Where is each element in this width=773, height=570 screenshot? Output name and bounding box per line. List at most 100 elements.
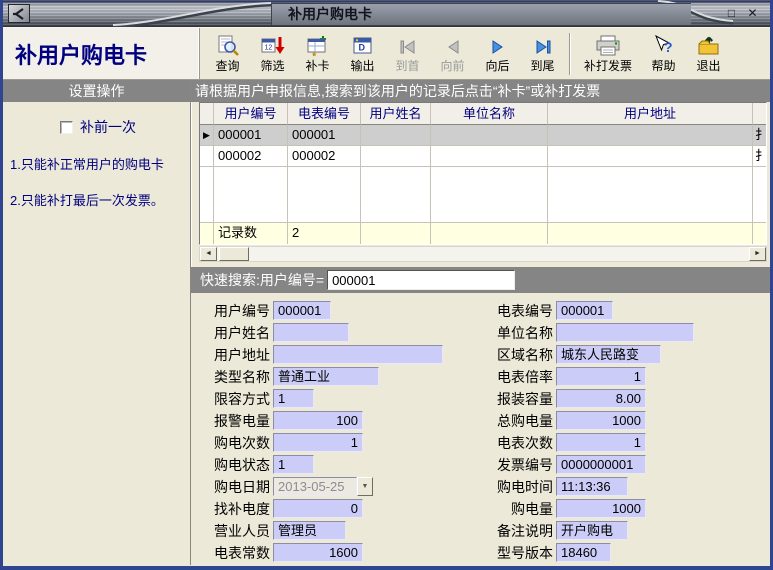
column-header[interactable]: 单位名称 bbox=[431, 103, 548, 125]
purchase-count-field[interactable]: 1 bbox=[273, 433, 363, 452]
user-name-field[interactable] bbox=[273, 323, 349, 342]
purchase-status-field[interactable]: 1 bbox=[273, 455, 314, 474]
meter-id-label: 电表编号 bbox=[481, 301, 553, 321]
scroll-left-icon[interactable]: ◄ bbox=[200, 247, 217, 261]
alarm-energy-label: 报警电量 bbox=[198, 411, 270, 431]
total-energy-row: 总购电量1000 bbox=[481, 411, 694, 430]
total-energy-label: 总购电量 bbox=[481, 411, 553, 431]
table-row[interactable]: ▶000001000001扌 bbox=[200, 125, 766, 146]
toolbar-button-label: 输出 bbox=[350, 57, 374, 74]
unit-name-field[interactable] bbox=[556, 323, 694, 342]
table-cell bbox=[548, 125, 753, 146]
table-body: ▶000001000001扌000002000002扌记录数2 bbox=[200, 125, 766, 244]
purchase-energy-field[interactable]: 1000 bbox=[556, 499, 646, 518]
meter-constant-field[interactable]: 1600 bbox=[273, 543, 363, 562]
alarm-energy-row: 报警电量100 bbox=[198, 411, 481, 430]
toolbar-button-label: 向前 bbox=[440, 57, 464, 74]
installed-capacity-field[interactable]: 8.00 bbox=[556, 389, 646, 408]
column-header[interactable]: 电表编号 bbox=[288, 103, 361, 125]
record-count-label: 记录数 bbox=[214, 223, 288, 244]
next-icon bbox=[486, 34, 510, 57]
exit-button[interactable]: 退出 bbox=[686, 30, 731, 78]
help-icon: ? bbox=[652, 34, 676, 57]
invoice-no-field[interactable]: 0000000001 bbox=[556, 455, 646, 474]
maximize-button[interactable]: □ bbox=[723, 5, 740, 21]
purchase-date-row: 购电日期2013-05-25▼ bbox=[198, 477, 481, 496]
meter-count-label: 电表次数 bbox=[481, 433, 553, 453]
meter-constant-label: 电表常数 bbox=[198, 543, 270, 563]
purchase-count-label: 购电次数 bbox=[198, 433, 270, 453]
meter-count-field[interactable]: 1 bbox=[556, 433, 646, 452]
table-empty-area bbox=[200, 167, 766, 223]
app-window: 补用户购电卡 □ ✕ 补用户购电卡 查询12筛选补卡D输出到首向前向后到尾补打发… bbox=[0, 0, 773, 570]
table-row[interactable]: 000002000002扌 bbox=[200, 146, 766, 167]
purchase-time-label: 购电时间 bbox=[481, 477, 553, 497]
table-cell: 扌 bbox=[753, 146, 766, 167]
operator-label: 营业人员 bbox=[198, 521, 270, 541]
sidebar: 设置操作 补前一次 1.只能补正常用户的购电卡 2.只能补打最后一次发票。 bbox=[3, 80, 191, 565]
user-id-field[interactable]: 000001 bbox=[273, 301, 331, 320]
purchase-date-combobox[interactable]: 2013-05-25▼ bbox=[273, 477, 373, 496]
card-icon bbox=[306, 34, 330, 57]
toolbar-button-label: 帮助 bbox=[651, 57, 675, 74]
filter-button[interactable]: 12筛选 bbox=[250, 30, 295, 78]
svg-text:D: D bbox=[358, 42, 365, 52]
alarm-energy-field[interactable]: 100 bbox=[273, 411, 363, 430]
user-address-label: 用户地址 bbox=[198, 345, 270, 365]
go-last-button[interactable]: 到尾 bbox=[520, 30, 565, 78]
record-count-value: 2 bbox=[288, 223, 361, 244]
chevron-down-icon[interactable]: ▼ bbox=[357, 477, 373, 496]
table-cell: 000002 bbox=[288, 146, 361, 167]
meter-ratio-field[interactable]: 1 bbox=[556, 367, 646, 386]
export-button[interactable]: D 输出 bbox=[340, 30, 385, 78]
column-header[interactable]: 用户姓名 bbox=[361, 103, 431, 125]
remark-row: 备注说明开户购电 bbox=[481, 521, 694, 540]
app-logo-icon bbox=[8, 4, 30, 23]
toolbar-button-label: 退出 bbox=[696, 57, 720, 74]
quick-search-input[interactable] bbox=[327, 270, 515, 290]
horizontal-scrollbar[interactable]: ◄ ► bbox=[199, 246, 767, 262]
toolbar-button-label: 到尾 bbox=[530, 57, 554, 74]
column-header[interactable]: 用户编号 bbox=[214, 103, 288, 125]
type-name-field[interactable]: 普通工业 bbox=[273, 367, 379, 386]
area-name-field[interactable]: 城东人民路变 bbox=[556, 345, 661, 364]
model-version-field[interactable]: 18460 bbox=[556, 543, 611, 562]
sidebar-note-1: 1.只能补正常用户的购电卡 bbox=[10, 154, 186, 173]
svg-text:?: ? bbox=[664, 39, 673, 55]
checkbox-icon[interactable] bbox=[60, 121, 73, 134]
toolbar-button-label: 筛选 bbox=[260, 57, 284, 74]
titlebar-band: 补用户购电卡 bbox=[271, 3, 691, 25]
reissue-card-button[interactable]: 补卡 bbox=[295, 30, 340, 78]
column-header[interactable]: 用户地址 bbox=[548, 103, 753, 125]
installed-capacity-row: 报装容量8.00 bbox=[481, 389, 694, 408]
remark-field[interactable]: 开户购电 bbox=[556, 521, 628, 540]
capacity-limit-mode-field[interactable]: 1 bbox=[273, 389, 314, 408]
prev-icon bbox=[441, 34, 465, 57]
table-cell bbox=[200, 167, 214, 223]
go-next-button[interactable]: 向后 bbox=[475, 30, 520, 78]
adjust-energy-field[interactable]: 0 bbox=[273, 499, 363, 518]
user-name-label: 用户姓名 bbox=[198, 323, 270, 343]
scroll-right-icon[interactable]: ► bbox=[749, 247, 766, 261]
scrollbar-thumb[interactable] bbox=[219, 247, 249, 261]
toolbar-button-label: 向后 bbox=[485, 57, 509, 74]
close-button[interactable]: ✕ bbox=[744, 5, 761, 21]
table-cell bbox=[431, 223, 548, 244]
user-address-row: 用户地址 bbox=[198, 345, 481, 364]
query-button[interactable]: 查询 bbox=[205, 30, 250, 78]
meter-id-field[interactable]: 000001 bbox=[556, 301, 613, 320]
export-icon: D bbox=[351, 34, 375, 57]
purchase-time-field[interactable]: 11:13:36 bbox=[556, 477, 628, 496]
operator-field[interactable]: 管理员 bbox=[273, 521, 346, 540]
meter-count-row: 电表次数1 bbox=[481, 433, 694, 452]
user-address-field[interactable] bbox=[273, 345, 443, 364]
reissue-previous-checkbox-row[interactable]: 补前一次 bbox=[60, 117, 190, 137]
table-cell bbox=[361, 125, 431, 146]
table-cell bbox=[361, 167, 431, 223]
reprint-invoice-button[interactable]: 补打发票 bbox=[575, 30, 641, 78]
help-button[interactable]: ? 帮助 bbox=[641, 30, 686, 78]
purchase-count-row: 购电次数1 bbox=[198, 433, 481, 452]
total-energy-field[interactable]: 1000 bbox=[556, 411, 646, 430]
user-table: 用户编号电表编号用户姓名单位名称用户地址 ▶000001000001扌00000… bbox=[199, 102, 767, 245]
installed-capacity-label: 报装容量 bbox=[481, 389, 553, 409]
